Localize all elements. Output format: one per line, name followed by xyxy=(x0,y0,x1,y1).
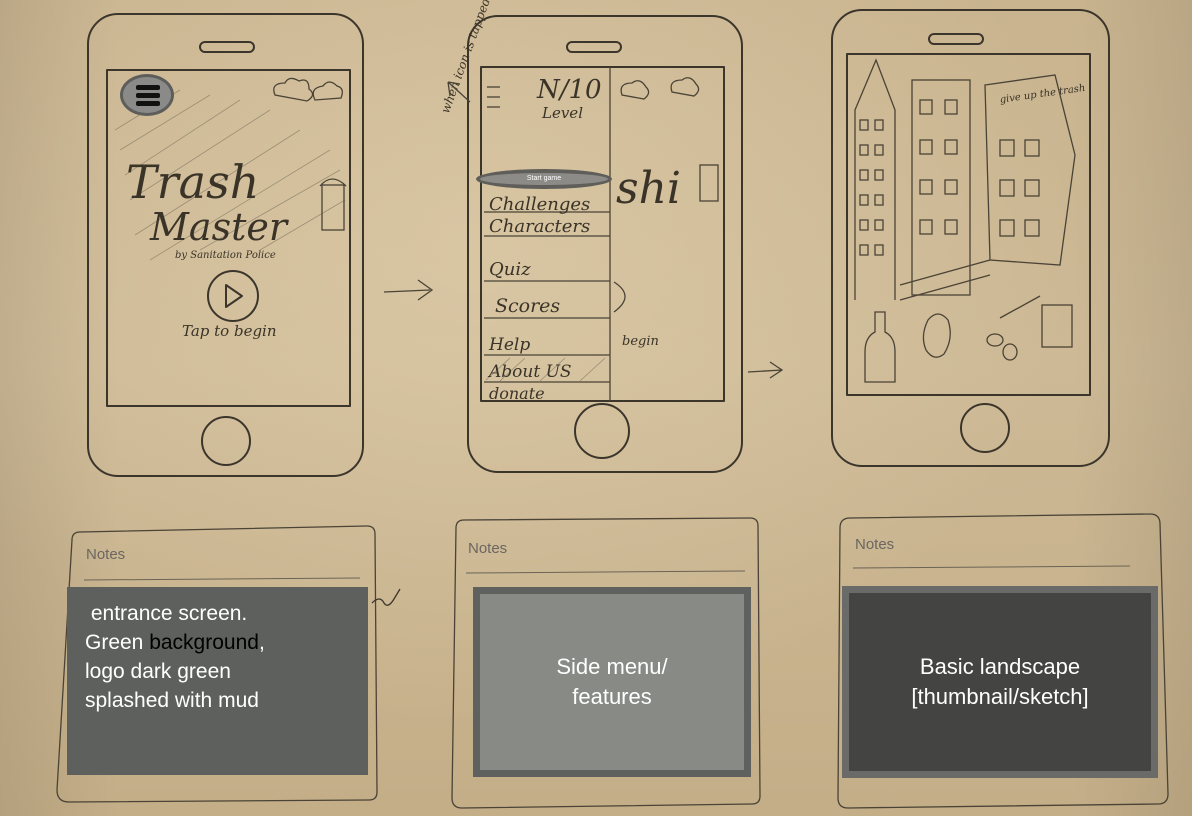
logo-title-line1: Trash xyxy=(126,155,259,209)
landscape-sign: give up the trash xyxy=(999,83,1086,106)
phone-3-frame xyxy=(831,9,1110,467)
menu-item-donate[interactable]: donate xyxy=(489,384,545,403)
behind-logo-text: shi xyxy=(616,163,681,214)
notes-label-1: Notes xyxy=(86,546,126,563)
arrow-1-icon xyxy=(383,279,434,301)
menu-item-scores[interactable]: Scores xyxy=(495,295,560,317)
note1-line1: entrance screen. xyxy=(90,602,248,625)
note-side-menu: Side menu/ features xyxy=(473,587,751,777)
note1-line3: logo dark green xyxy=(85,660,231,683)
menu-item-about-us[interactable]: About US xyxy=(487,362,572,382)
behind-tap-label: begin xyxy=(622,334,659,349)
notes-label-3: Notes xyxy=(855,536,895,553)
note3-text: Basic landscape [thumbnail/sketch] xyxy=(911,654,1089,709)
start-game-button[interactable]: Start game xyxy=(476,169,612,189)
phone-2-frame xyxy=(467,15,743,473)
arrow-2-icon xyxy=(747,361,784,379)
logo-byline: by Sanitation Police xyxy=(175,250,276,261)
level-label: Level xyxy=(541,104,583,122)
menu-item-help[interactable]: Help xyxy=(488,335,530,355)
notes-label-2: Notes xyxy=(468,540,508,557)
note1-green: Green xyxy=(85,631,150,654)
tap-to-begin-label: Tap to begin xyxy=(182,322,277,340)
logo-title-line2: Master xyxy=(149,205,290,249)
menu-item-challenges[interactable]: Challenges xyxy=(489,194,590,215)
menu-item-quiz[interactable]: Quiz xyxy=(489,259,531,280)
note2-text: Side menu/ features xyxy=(556,654,668,709)
note1-comma: , xyxy=(258,631,265,654)
note-landscape: Basic landscape [thumbnail/sketch] xyxy=(842,586,1158,778)
hamburger-menu-icon[interactable] xyxy=(120,74,174,116)
menu-item-characters[interactable]: Characters xyxy=(489,216,590,237)
note1-background: background xyxy=(149,631,259,654)
note-entrance-screen: entrance screen. Green background, logo … xyxy=(67,587,368,775)
note1-line4: splashed with mud xyxy=(85,689,259,712)
trash-items xyxy=(864,295,1073,383)
level-counter: N/10 xyxy=(536,75,602,105)
